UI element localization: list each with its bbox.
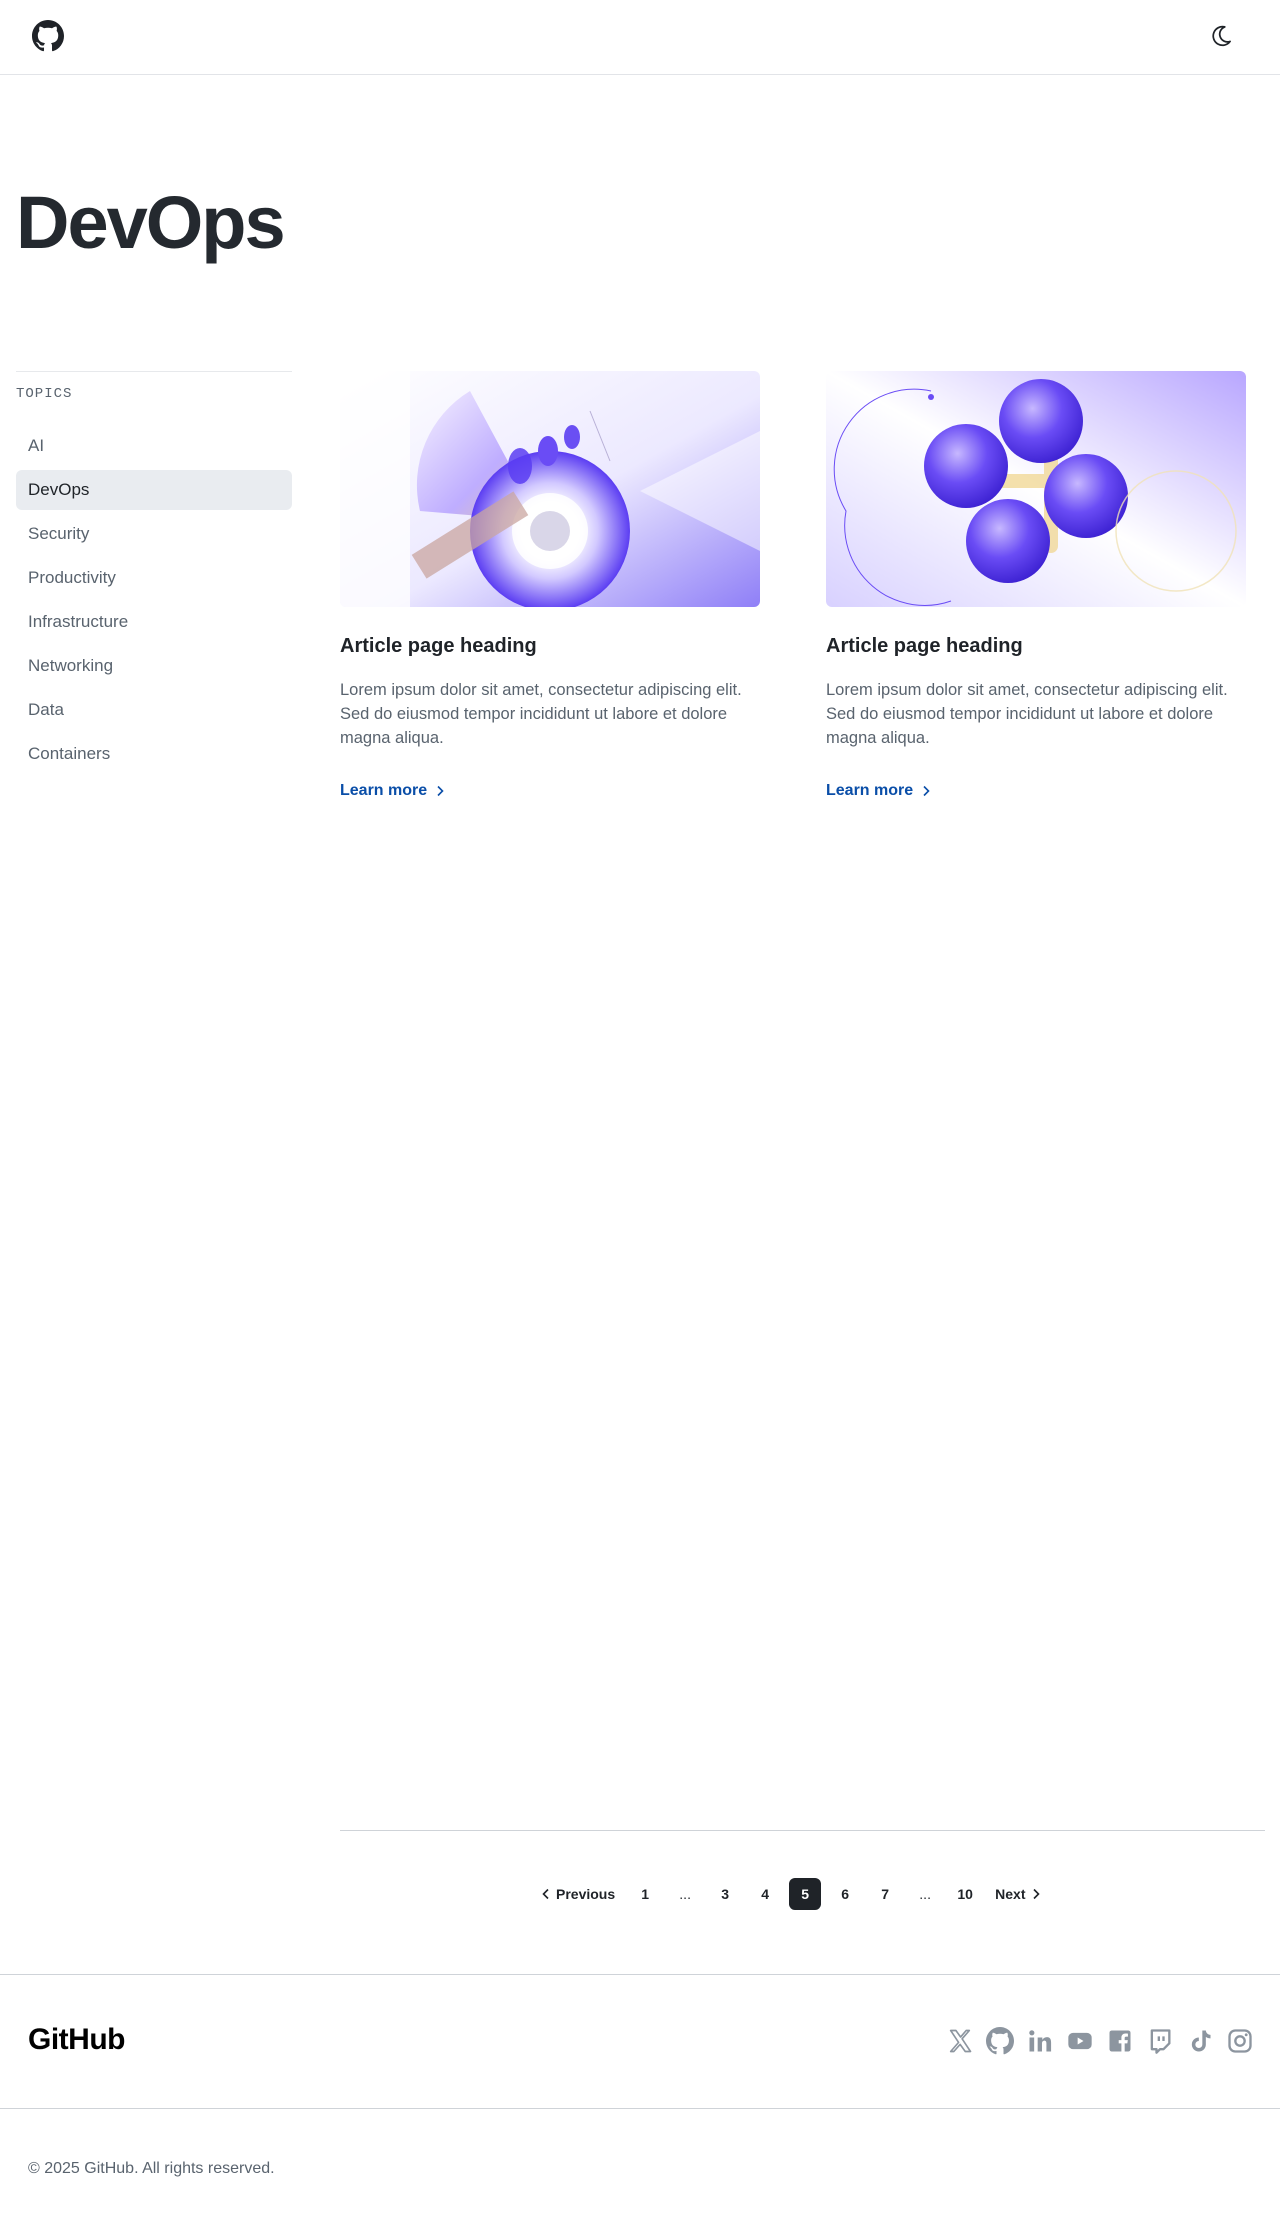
learn-more-link[interactable]: Learn more bbox=[340, 782, 445, 800]
page-numbers: 1... 3 4 5 6 7... 10 bbox=[629, 1878, 989, 1910]
sidebar-item-label: Containers bbox=[28, 744, 111, 763]
sidebar-item-ai[interactable]: AI bbox=[16, 426, 292, 466]
x-icon[interactable] bbox=[946, 2027, 974, 2055]
facebook-icon[interactable] bbox=[1106, 2027, 1134, 2055]
current-page-button[interactable]: 5 bbox=[789, 1878, 822, 1910]
social-links bbox=[946, 2027, 1254, 2055]
pagination: Previous 1... 3 4 5 6 7... 10 Next bbox=[536, 1878, 1054, 1910]
topics-label: TOPICS bbox=[16, 386, 73, 402]
article-heading[interactable]: Article page heading bbox=[340, 635, 760, 658]
article-image bbox=[826, 371, 1246, 607]
sidebar-item-devops[interactable]: DevOps bbox=[16, 470, 292, 510]
learn-more-link[interactable]: Learn more bbox=[826, 782, 931, 800]
youtube-icon[interactable] bbox=[1066, 2027, 1094, 2055]
top-navbar bbox=[0, 0, 1280, 75]
article-card: Article page heading Lorem ipsum dolor s… bbox=[340, 371, 760, 800]
sidebar-item-networking[interactable]: Networking bbox=[16, 646, 292, 686]
next-label: Next bbox=[995, 1886, 1026, 1902]
sidebar-item-productivity[interactable]: Productivity bbox=[16, 558, 292, 598]
sidebar-item-label: Networking bbox=[28, 656, 114, 675]
chevron-right-icon bbox=[923, 785, 930, 797]
previous-page-button[interactable]: Previous bbox=[536, 1878, 621, 1910]
page-button[interactable]: 1 bbox=[629, 1878, 661, 1910]
learn-more-label: Learn more bbox=[340, 782, 428, 799]
footer-logo[interactable]: GitHub bbox=[28, 2023, 125, 2057]
topics-sidebar: TOPICS AI DevOps Security Productivity Infra… bbox=[16, 371, 292, 778]
page-button[interactable]: 3 bbox=[709, 1878, 741, 1910]
sidebar-item-label: Security bbox=[28, 524, 90, 543]
footer-divider bbox=[0, 2108, 1280, 2109]
footer: GitHub © 2025 GitHub. All rights reserve… bbox=[0, 1974, 1280, 2177]
sidebar-item-label: DevOps bbox=[28, 480, 90, 499]
page-title: DevOps bbox=[16, 181, 286, 264]
next-page-button[interactable]: Next bbox=[989, 1878, 1045, 1910]
instagram-icon[interactable] bbox=[1226, 2027, 1254, 2055]
pagination-ellipsis: ... bbox=[679, 1886, 691, 1902]
article-heading[interactable]: Article page heading bbox=[826, 635, 1246, 658]
sidebar-item-label: Data bbox=[28, 700, 64, 719]
sidebar-item-infrastructure[interactable]: Infrastructure bbox=[16, 602, 292, 642]
sidebar-item-data[interactable]: Data bbox=[16, 690, 292, 730]
pagination-divider bbox=[340, 1830, 1265, 1831]
article-card: Article page heading Lorem ipsum dolor s… bbox=[826, 371, 1246, 800]
tiktok-icon[interactable] bbox=[1186, 2027, 1214, 2055]
sidebar-item-label: Productivity bbox=[28, 568, 116, 587]
github-icon[interactable] bbox=[986, 2027, 1014, 2055]
topics-list: AI DevOps Security Productivity Infrastructu… bbox=[16, 426, 292, 774]
chevron-right-icon bbox=[1032, 1888, 1040, 1900]
moon-icon[interactable] bbox=[1208, 23, 1234, 49]
article-excerpt: Lorem ipsum dolor sit amet, consectetur … bbox=[826, 681, 1228, 747]
article-excerpt: Lorem ipsum dolor sit amet, consectetur … bbox=[340, 681, 742, 747]
pagination-ellipsis: ... bbox=[919, 1886, 931, 1902]
github-mark-icon[interactable] bbox=[32, 20, 64, 52]
previous-label: Previous bbox=[556, 1886, 616, 1902]
page-button[interactable]: 10 bbox=[949, 1878, 981, 1910]
chevron-left-icon bbox=[542, 1888, 549, 1900]
article-image bbox=[340, 371, 760, 607]
linkedin-icon[interactable] bbox=[1026, 2027, 1054, 2055]
learn-more-label: Learn more bbox=[826, 782, 914, 799]
copyright-text: © 2025 GitHub. All rights reserved. bbox=[28, 2160, 275, 2177]
page-button[interactable]: 7 bbox=[869, 1878, 901, 1910]
chevron-right-icon bbox=[437, 785, 444, 797]
twitch-icon[interactable] bbox=[1146, 2027, 1174, 2055]
sidebar-item-containers[interactable]: Containers bbox=[16, 734, 292, 774]
sidebar-item-security[interactable]: Security bbox=[16, 514, 292, 554]
sidebar-item-label: AI bbox=[28, 436, 45, 455]
page-button[interactable]: 6 bbox=[829, 1878, 861, 1910]
sidebar-item-label: Infrastructure bbox=[28, 612, 129, 631]
page-button[interactable]: 4 bbox=[749, 1878, 781, 1910]
